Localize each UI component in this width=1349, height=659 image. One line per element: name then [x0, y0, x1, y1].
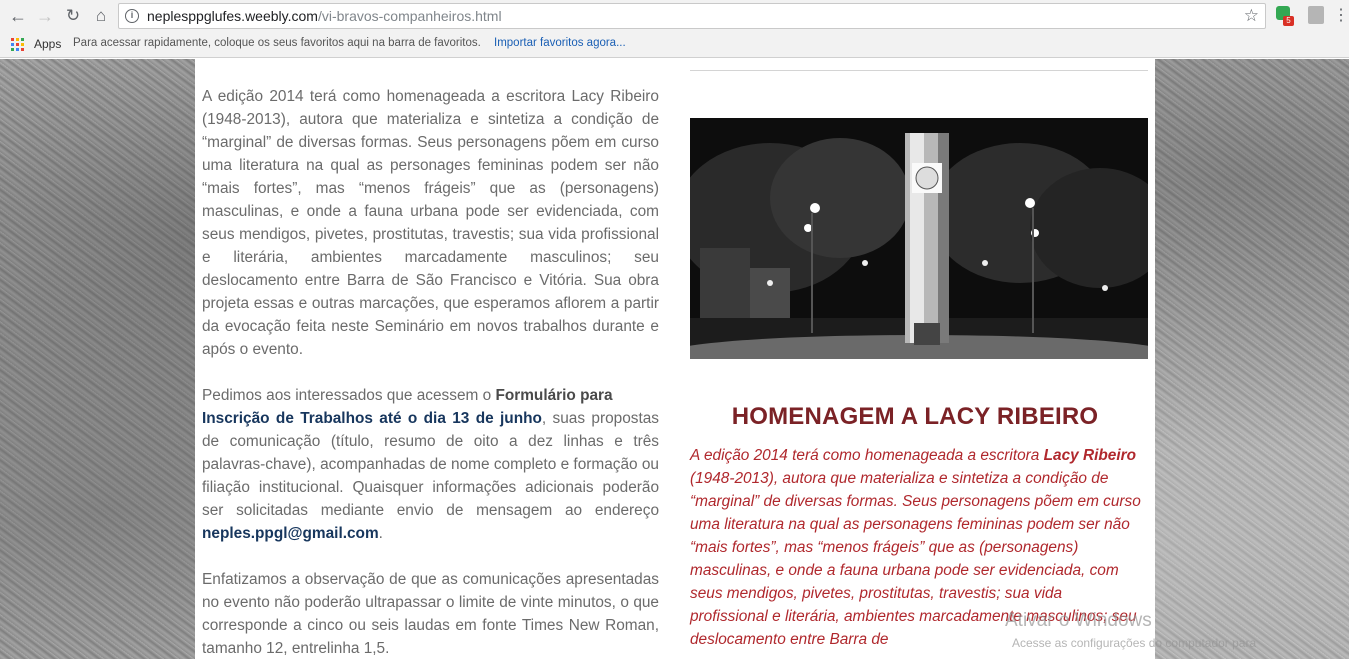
section-heading: HOMENAGEM A LACY RIBEIRO [731, 403, 1099, 430]
back-arrow-icon[interactable]: ← [6, 4, 30, 28]
windows-activation-watermark: Ativar o Windows [1005, 610, 1152, 631]
intro-paragraph: A edição 2014 terá como homenageada a es… [202, 88, 659, 358]
address-bar[interactable]: i neplesppglufes.weebly.com/vi-bravos-co… [118, 3, 1266, 29]
pdf-extension-icon[interactable] [1308, 6, 1324, 24]
rules-paragraph: Enfatizamos a observação de que as comun… [202, 571, 659, 657]
contact-email-link[interactable]: neples.ppgl@gmail.com [202, 525, 379, 542]
reload-icon[interactable]: ↻ [61, 4, 85, 28]
bookmarks-hint: Para acessar rapidamente, coloque os seu… [73, 37, 481, 49]
browser-menu-icon[interactable]: ⋮ [1333, 5, 1349, 25]
bookmarks-bar: Apps Para acessar rapidamente, coloque o… [0, 32, 1349, 58]
clock-tower-photo [690, 118, 1148, 359]
import-bookmarks-link[interactable]: Importar favoritos agora... [494, 37, 626, 49]
bookmark-star-icon[interactable]: ☆ [1244, 6, 1259, 26]
left-column: A edição 2014 terá como homenageada a es… [202, 85, 659, 659]
divider [690, 70, 1148, 71]
browser-toolbar: ← → ↻ ⌂ i neplesppglufes.weebly.com/vi-b… [0, 0, 1349, 32]
forward-arrow-icon[interactable]: → [33, 4, 57, 28]
extension-icon[interactable]: 5 [1276, 6, 1294, 26]
submission-text-a: Pedimos aos interessados que acessem o [202, 387, 496, 404]
submission-text-end: . [378, 525, 383, 542]
form-label-bold: Formulário para [495, 387, 613, 404]
url-text[interactable]: neplesppglufes.weebly.com/vi-bravos-comp… [147, 8, 502, 24]
extension-badge: 5 [1283, 16, 1294, 26]
url-host: neplesppglufes.weebly.com [147, 8, 318, 24]
apps-grid-icon[interactable] [11, 38, 24, 51]
apps-shortcut[interactable]: Apps [34, 37, 61, 51]
clock-tower-night-image [690, 118, 1148, 359]
page-background: A edição 2014 terá como homenageada a es… [0, 59, 1349, 659]
registration-form-link[interactable]: Inscrição de Trabalhos até o dia 13 de j… [202, 410, 542, 427]
info-icon[interactable]: i [125, 9, 139, 23]
home-icon[interactable]: ⌂ [89, 4, 113, 28]
submission-paragraph: Pedimos aos interessados que acessem o F… [202, 384, 659, 545]
author-name: Lacy Ribeiro [1043, 447, 1137, 464]
windows-activation-subtext: Acesse as configurações do computador pa… [1012, 636, 1257, 650]
content-area: A edição 2014 terá como homenageada a es… [195, 59, 1155, 659]
url-path: /vi-bravos-companheiros.html [317, 8, 502, 24]
homage-text-a: A edição 2014 terá como homenageada a es… [690, 447, 1044, 464]
